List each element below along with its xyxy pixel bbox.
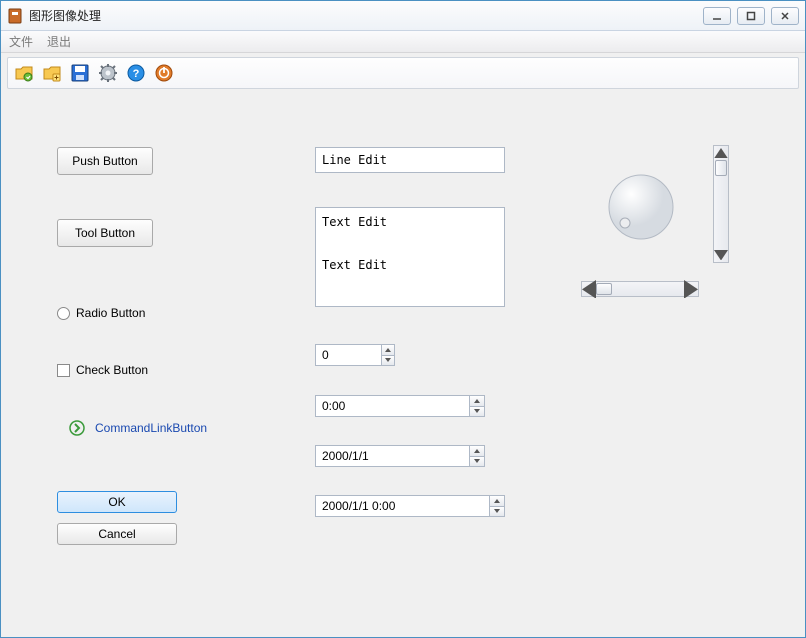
spin-up-button[interactable]: [470, 446, 484, 457]
time-edit-input[interactable]: [316, 399, 469, 413]
radio-label: Radio Button: [76, 306, 145, 320]
menu-file[interactable]: 文件: [9, 33, 33, 50]
push-button[interactable]: Push Button: [57, 147, 153, 175]
window-controls: [703, 7, 799, 25]
radio-button[interactable]: Radio Button: [57, 306, 145, 320]
close-button[interactable]: [771, 7, 799, 25]
window-title: 图形图像处理: [29, 7, 703, 24]
titlebar: 图形图像处理: [1, 1, 805, 31]
scroll-track[interactable]: [596, 282, 684, 296]
folder-plus-icon[interactable]: [40, 61, 64, 85]
date-edit[interactable]: [315, 445, 485, 467]
datetime-edit[interactable]: [315, 495, 505, 517]
arrow-right-icon: [69, 420, 85, 436]
radio-icon: [57, 307, 70, 320]
spin-down-button[interactable]: [470, 407, 484, 417]
command-link-button[interactable]: CommandLinkButton: [61, 411, 261, 445]
spin-up-button[interactable]: [490, 496, 504, 507]
command-link-label: CommandLinkButton: [95, 421, 207, 435]
content-area: Push Button Tool Button Radio Button Che…: [1, 91, 805, 637]
check-button[interactable]: Check Button: [57, 363, 148, 377]
spin-up-button[interactable]: [382, 345, 394, 356]
check-label: Check Button: [76, 363, 148, 377]
scroll-down-button[interactable]: [714, 248, 728, 262]
power-icon[interactable]: [152, 61, 176, 85]
time-edit[interactable]: [315, 395, 485, 417]
save-icon[interactable]: [68, 61, 92, 85]
scroll-thumb[interactable]: [596, 283, 612, 295]
spin-box[interactable]: [315, 344, 395, 366]
dial[interactable]: [605, 171, 677, 243]
toolbar: ?: [7, 57, 799, 89]
spin-down-button[interactable]: [470, 457, 484, 467]
scroll-left-button[interactable]: [582, 282, 596, 296]
maximize-button[interactable]: [737, 7, 765, 25]
datetime-edit-input[interactable]: [316, 499, 489, 513]
date-edit-input[interactable]: [316, 449, 469, 463]
spin-down-button[interactable]: [490, 507, 504, 517]
help-icon[interactable]: ?: [124, 61, 148, 85]
scroll-right-button[interactable]: [684, 282, 698, 296]
folder-reload-icon[interactable]: [12, 61, 36, 85]
checkbox-icon: [57, 364, 70, 377]
spin-down-button[interactable]: [382, 356, 394, 366]
scroll-thumb[interactable]: [715, 160, 727, 176]
tool-button[interactable]: Tool Button: [57, 219, 153, 247]
vertical-scrollbar[interactable]: [713, 145, 729, 263]
spin-box-input[interactable]: [316, 348, 381, 362]
scroll-track[interactable]: [714, 160, 728, 248]
menu-quit[interactable]: 退出: [47, 33, 71, 50]
svg-text:?: ?: [133, 68, 140, 80]
minimize-button[interactable]: [703, 7, 731, 25]
menubar: 文件 退出: [1, 31, 805, 53]
gear-icon[interactable]: [96, 61, 120, 85]
spin-up-button[interactable]: [470, 396, 484, 407]
text-edit[interactable]: [315, 207, 505, 307]
app-icon: [7, 8, 23, 24]
ok-button[interactable]: OK: [57, 491, 177, 513]
scroll-up-button[interactable]: [714, 146, 728, 160]
cancel-button[interactable]: Cancel: [57, 523, 177, 545]
line-edit[interactable]: [315, 147, 505, 173]
horizontal-scrollbar[interactable]: [581, 281, 699, 297]
